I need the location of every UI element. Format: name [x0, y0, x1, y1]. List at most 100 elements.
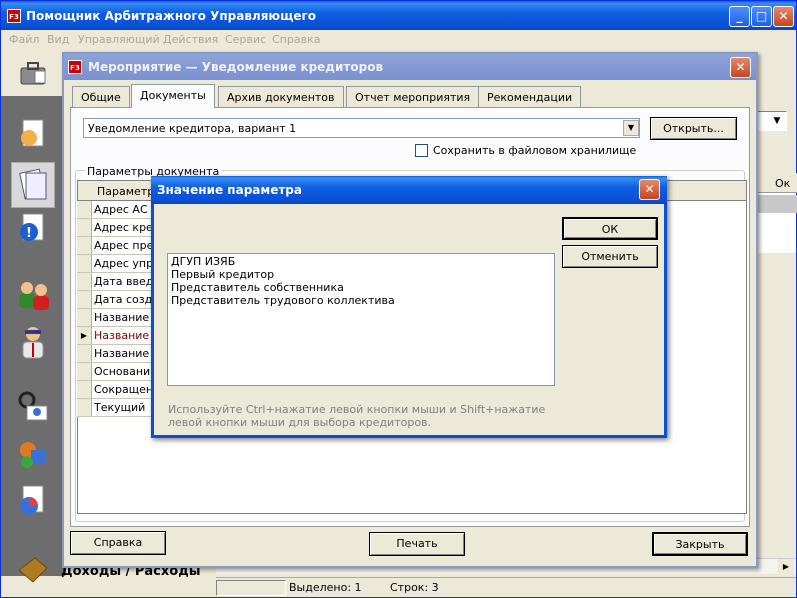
menu-bar: Файл Вид Управляющий Действия Сервис Спр…	[1, 30, 796, 49]
money-bag-icon[interactable]	[15, 550, 51, 586]
params-row[interactable]: Адрес пре	[77, 237, 152, 255]
status-bar: Выделено: 1 Строк: 3	[216, 577, 796, 597]
menu-view[interactable]: Вид	[47, 33, 69, 46]
tab-recommendations[interactable]: Рекомендации	[478, 86, 582, 107]
params-row-label: Название	[94, 347, 150, 360]
params-row[interactable]: Название	[77, 309, 152, 327]
params-row-label: Адрес пре	[94, 239, 152, 252]
document-select[interactable]: Уведомление кредитора, вариант 1 ▼	[83, 118, 640, 138]
maximize-button[interactable]: □	[751, 6, 772, 27]
event-dialog-title: Мероприятие — Уведомление кредиторов	[88, 60, 384, 74]
help-button[interactable]: Справка	[70, 531, 166, 555]
document-select-value: Уведомление кредитора, вариант 1	[88, 122, 297, 135]
dialog-app-icon: F3	[68, 60, 82, 74]
hand-document-icon[interactable]	[15, 116, 51, 152]
event-dialog-title-bar[interactable]: F3 Мероприятие — Уведомление кредиторов …	[64, 54, 756, 80]
params-row-label: Сокращен	[94, 383, 152, 396]
params-row-label: Дата созд	[94, 293, 152, 306]
param-dialog-close-button[interactable]: ✕	[639, 179, 660, 200]
main-title-bar[interactable]: F3 Помощник Арбитражного Управляющего _ …	[1, 1, 796, 30]
tab-documents[interactable]: Документы	[131, 84, 215, 108]
tab-report[interactable]: Отчет мероприятия	[346, 86, 480, 107]
right-grid: Ок	[756, 173, 797, 253]
params-row[interactable]: Адрес АС	[77, 201, 152, 219]
row-indicator[interactable]	[77, 399, 92, 416]
list-item[interactable]: ДГУП ИЗЯБ	[171, 255, 551, 268]
tab-archive[interactable]: Архив документов	[218, 86, 344, 107]
params-row-label: Адрес упр	[94, 257, 152, 270]
shapes-icon[interactable]	[15, 436, 51, 472]
right-grid-row[interactable]	[757, 195, 797, 213]
minimize-button[interactable]: _	[729, 6, 750, 27]
ok-button[interactable]: ОК	[562, 217, 658, 240]
params-row[interactable]: Дата введ	[77, 273, 152, 291]
param-dialog-title: Значение параметра	[157, 183, 302, 197]
row-indicator[interactable]	[77, 309, 92, 326]
cancel-button[interactable]: Отменить	[562, 245, 658, 268]
params-row[interactable]: Название	[77, 345, 152, 363]
main-title: Помощник Арбитражного Управляющего	[26, 9, 317, 23]
params-row[interactable]: Текущий	[77, 399, 152, 417]
menu-service[interactable]: Сервис	[225, 33, 266, 46]
row-indicator[interactable]	[77, 237, 92, 254]
creditor-list[interactable]: ДГУП ИЗЯБ Первый кредитор Представитель …	[167, 253, 555, 386]
briefcase-icon[interactable]	[19, 59, 47, 87]
params-row-label: Название	[94, 311, 150, 324]
params-row-label: Адрес кре	[94, 221, 152, 234]
param-dialog-title-bar[interactable]: Значение параметра ✕	[151, 176, 667, 204]
save-checkbox[interactable]	[415, 144, 428, 157]
print-button[interactable]: Печать	[369, 532, 465, 556]
status-rows: Строк: 3	[390, 581, 439, 594]
person-icon[interactable]	[15, 324, 51, 360]
row-indicator[interactable]	[77, 363, 92, 380]
list-item[interactable]: Первый кредитор	[171, 268, 551, 281]
row-indicator[interactable]	[77, 201, 92, 218]
info-icon[interactable]: !	[15, 212, 51, 248]
row-indicator[interactable]	[77, 273, 92, 290]
search-people-icon[interactable]	[15, 388, 51, 424]
row-indicator[interactable]	[77, 345, 92, 362]
list-item[interactable]: Представитель собственника	[171, 281, 551, 294]
right-combo-arrow[interactable]: ▼	[769, 113, 785, 129]
params-row[interactable]: Дата созд	[77, 291, 152, 309]
status-cell-1	[216, 580, 286, 596]
menu-actions[interactable]: Действия	[163, 33, 218, 46]
open-button[interactable]: Открыть...	[650, 117, 737, 140]
app-icon: F3	[7, 9, 21, 23]
event-dialog-close-button[interactable]: ✕	[730, 57, 751, 78]
row-indicator[interactable]	[77, 219, 92, 236]
documents-icon[interactable]	[11, 162, 55, 208]
list-item[interactable]: Представитель трудового коллектива	[171, 294, 551, 307]
row-indicator[interactable]	[77, 381, 92, 398]
pie-chart-icon[interactable]	[15, 484, 51, 520]
tab-general[interactable]: Общие	[72, 86, 130, 107]
menu-file[interactable]: Файл	[9, 33, 39, 46]
params-row[interactable]: Основани	[77, 363, 152, 381]
params-row-label: Адрес АС	[94, 203, 148, 216]
hint-text: Используйте Ctrl+нажатие левой кнопки мы…	[168, 403, 546, 429]
params-grid-header-label: Параметр	[97, 185, 155, 198]
scroll-right-arrow[interactable]: ▶	[778, 559, 794, 575]
svg-text:!: !	[26, 226, 32, 241]
params-row[interactable]: Сокращен	[77, 381, 152, 399]
params-row-label: Дата введ	[94, 275, 152, 288]
close-button[interactable]: Закрыть	[652, 532, 748, 556]
menu-help[interactable]: Справка	[272, 33, 320, 46]
params-row[interactable]: Адрес кре	[77, 219, 152, 237]
params-row-label: Основани	[94, 365, 151, 378]
current-row-indicator-icon[interactable]: ▶	[77, 327, 92, 344]
params-row[interactable]: ▶ Название	[77, 327, 152, 345]
params-row[interactable]: Адрес упр	[77, 255, 152, 273]
save-checkbox-label[interactable]: Сохранить в файловом хранилище	[433, 144, 636, 157]
row-indicator[interactable]	[77, 255, 92, 272]
params-row-label: Текущий	[94, 401, 146, 414]
main-close-button[interactable]: ✕	[773, 6, 794, 27]
params-row-label: Название	[94, 329, 150, 342]
left-sidebar: ! Доходы / Расходы	[1, 96, 200, 583]
users-icon[interactable]	[15, 276, 51, 312]
row-indicator[interactable]	[77, 291, 92, 308]
chevron-down-icon[interactable]: ▼	[623, 120, 639, 136]
status-selected: Выделено: 1	[289, 581, 362, 594]
right-grid-header: Ок	[757, 173, 797, 193]
menu-manager[interactable]: Управляющий	[78, 33, 160, 46]
